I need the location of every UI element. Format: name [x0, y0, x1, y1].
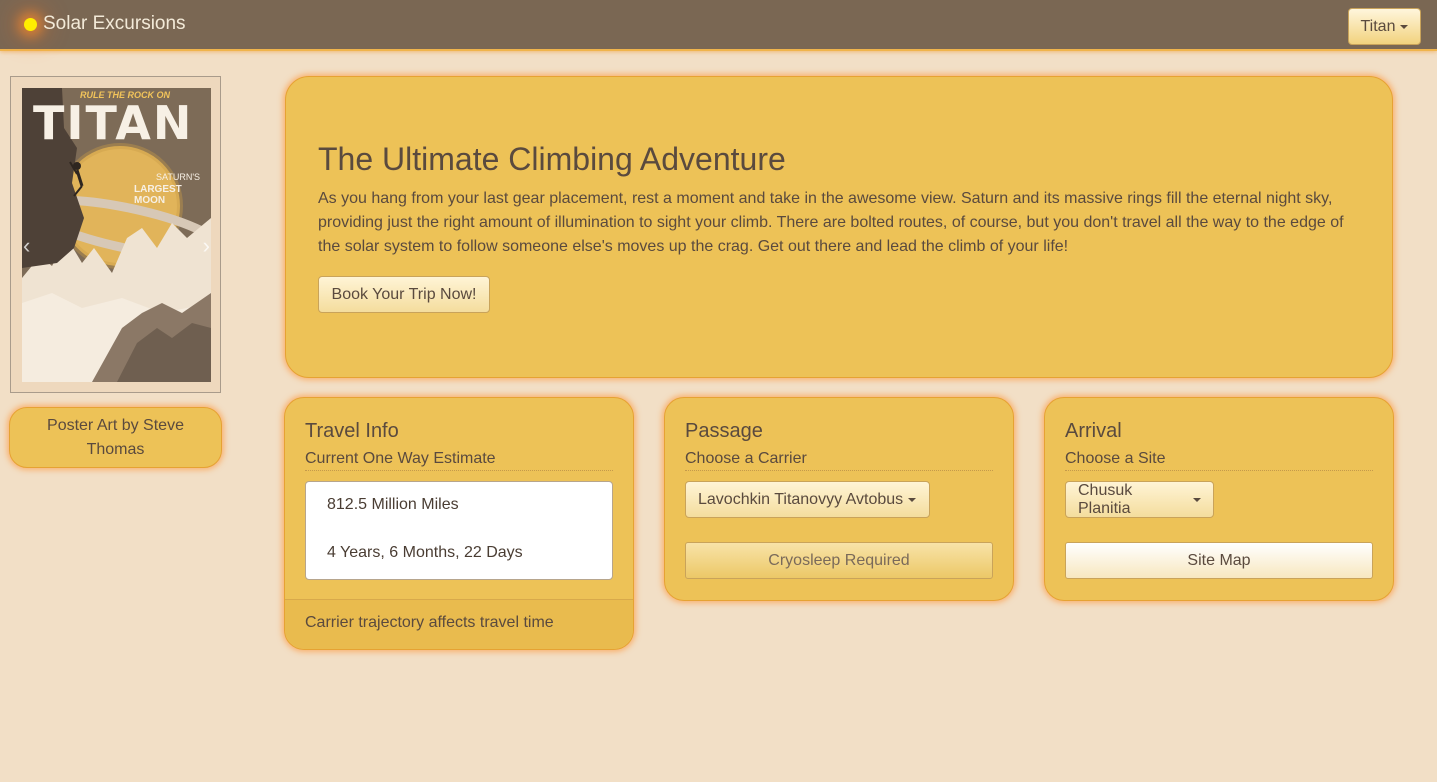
carrier-dropdown[interactable]: Lavochkin Titanovyy Avtobus	[685, 481, 930, 518]
brand-label: Solar Excursions	[43, 13, 186, 34]
poster-carousel: RULE THE ROCK ON TITAN SATURN'S LARGEST …	[10, 76, 221, 393]
travel-info-footer: Carrier trajectory affects travel time	[285, 599, 633, 649]
arrival-subtitle: Choose a Site	[1065, 450, 1373, 471]
poster-image: RULE THE ROCK ON TITAN SATURN'S LARGEST …	[22, 88, 211, 382]
travel-info-card: Travel Info Current One Way Estimate 812…	[284, 397, 634, 650]
site-map-button[interactable]: Site Map	[1065, 542, 1373, 579]
brand-link[interactable]: Solar Excursions	[24, 13, 186, 35]
destination-label: Titan	[1360, 17, 1396, 35]
hero-title: The Ultimate Climbing Adventure	[318, 141, 786, 177]
book-trip-button[interactable]: Book Your Trip Now!	[318, 276, 490, 313]
hero-jumbotron: The Ultimate Climbing Adventure As you h…	[285, 76, 1393, 378]
hero-body: As you hang from your last gear placemen…	[318, 190, 1344, 255]
caret-down-icon	[1193, 497, 1201, 502]
arrival-title: Arrival	[1065, 420, 1122, 442]
travel-duration: 4 Years, 6 Months, 22 Days	[327, 544, 523, 561]
navbar: Solar Excursions Titan	[0, 0, 1437, 51]
travel-info-subtitle: Current One Way Estimate	[305, 450, 613, 471]
sun-icon	[24, 17, 37, 31]
poster-credit: Poster Art by Steve Thomas	[9, 407, 222, 468]
destination-dropdown[interactable]: Titan	[1348, 8, 1421, 45]
travel-info-title: Travel Info	[305, 420, 399, 442]
arrival-card: Arrival Choose a Site Chusuk Planitia Si…	[1044, 397, 1394, 601]
passage-subtitle: Choose a Carrier	[685, 450, 993, 471]
poster-subtitle-1: SATURN'S	[156, 172, 201, 182]
carrier-label: Lavochkin Titanovyy Avtobus	[698, 490, 904, 508]
carousel-prev-icon[interactable]: ‹	[23, 233, 30, 259]
site-label: Chusuk Planitia	[1078, 481, 1133, 517]
poster-title: TITAN	[33, 96, 194, 150]
caret-down-icon	[1400, 24, 1409, 29]
passage-card: Passage Choose a Carrier Lavochkin Titan…	[664, 397, 1014, 601]
site-dropdown[interactable]: Chusuk Planitia	[1065, 481, 1214, 518]
passage-title: Passage	[685, 420, 763, 442]
cryosleep-button: Cryosleep Required	[685, 542, 993, 579]
carousel-next-icon[interactable]: ›	[203, 233, 210, 259]
poster-subtitle-2: LARGEST MOON	[134, 184, 182, 206]
travel-distance: 812.5 Million Miles	[327, 496, 459, 513]
caret-down-icon	[908, 497, 917, 502]
travel-estimate-box: 812.5 Million Miles 4 Years, 6 Months, 2…	[305, 481, 613, 580]
